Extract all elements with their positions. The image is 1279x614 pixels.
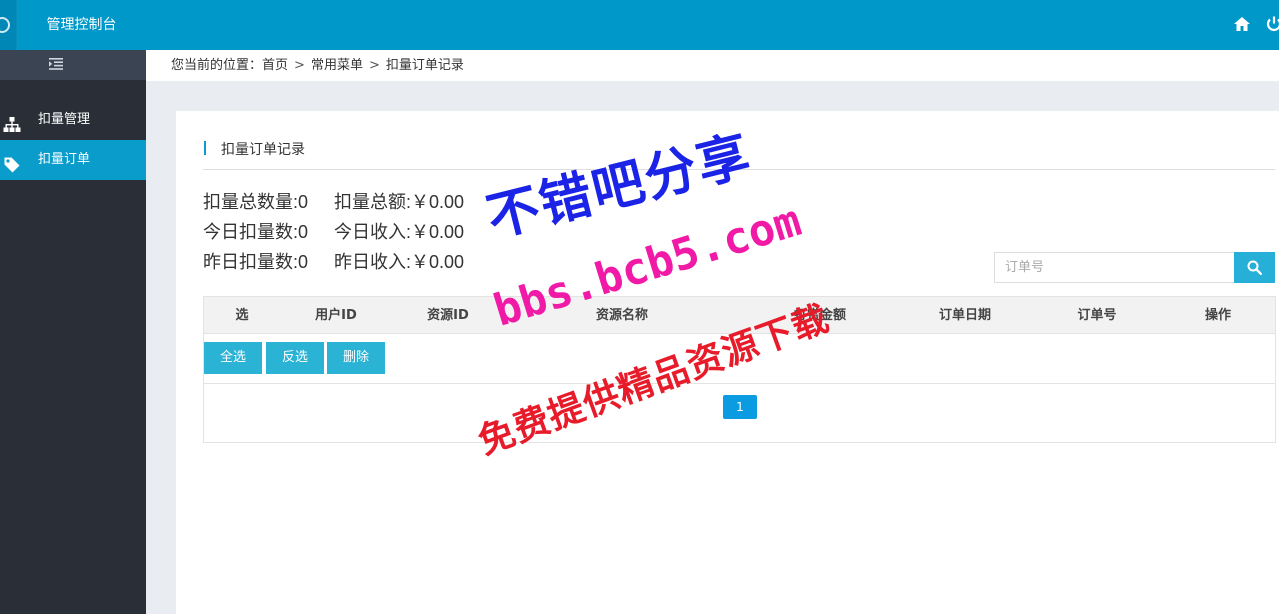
top-bar: 管理控制台 — [0, 0, 1279, 50]
sitemap-icon — [3, 111, 21, 132]
stats-row-total: 扣量总数量:0 扣量总额:￥0.00 — [203, 187, 464, 217]
yesterday-income: 昨日收入:￥0.00 — [334, 252, 465, 272]
stats-row-today: 今日扣量数:0 今日收入:￥0.00 — [203, 217, 464, 247]
tag-icon — [3, 151, 21, 173]
pagination-page-1[interactable]: 1 — [723, 395, 757, 419]
column-header-select: 选 — [235, 308, 249, 323]
search-box — [994, 252, 1275, 283]
sidebar-collapse-button[interactable] — [0, 50, 146, 80]
sidebar: 扣量管理 扣量订单 — [0, 50, 146, 614]
table-header: 选 用户ID 资源ID 资源名称 打赏金额 订单日期 订单号 操作 — [204, 297, 1275, 334]
total-count: 扣量总数量:0 — [203, 192, 309, 212]
column-header-order-number: 订单号 — [1077, 308, 1117, 323]
indent-icon — [49, 58, 63, 70]
breadcrumb-home[interactable]: 首页 — [262, 58, 288, 73]
breadcrumb: 您当前的位置：首页 > 常用菜单 > 扣量订单记录 — [146, 50, 1279, 81]
yesterday-count: 昨日扣量数:0 — [203, 252, 309, 272]
main-panel: 扣量订单记录 扣量总数量:0 扣量总额:￥0.00 今日扣量数:0 今日收入:￥0.… — [176, 111, 1279, 614]
select-all-button[interactable]: 全选 — [204, 342, 262, 374]
delete-button[interactable]: 删除 — [327, 342, 385, 374]
orders-table: 选 用户ID 资源ID 资源名称 打赏金额 订单日期 订单号 操作 全选 反选 … — [203, 296, 1276, 443]
order-number-search-input[interactable] — [994, 252, 1235, 283]
logo — [0, 0, 16, 50]
column-header-resource-name: 资源名称 — [595, 308, 649, 323]
page-title: 扣量订单记录 — [204, 139, 305, 159]
search-button[interactable] — [1234, 252, 1275, 283]
logo-icon — [0, 17, 10, 33]
sidebar-item-deduction-orders[interactable]: 扣量订单 — [0, 140, 146, 180]
today-count: 今日扣量数:0 — [203, 222, 309, 242]
divider — [203, 169, 1275, 170]
breadcrumb-separator: > — [368, 58, 380, 73]
stats-row-yesterday: 昨日扣量数:0 昨日收入:￥0.00 — [203, 247, 464, 277]
invert-selection-button[interactable]: 反选 — [266, 342, 324, 374]
column-header-actions: 操作 — [1204, 308, 1232, 323]
column-header-reward-amount: 打赏金额 — [793, 308, 847, 323]
total-amount: 扣量总额:￥0.00 — [334, 192, 465, 212]
home-icon[interactable] — [1233, 15, 1253, 35]
sidebar-item-label: 扣量订单 — [38, 152, 91, 167]
search-icon — [1247, 260, 1262, 275]
breadcrumb-prefix: 您当前的位置： — [171, 58, 263, 73]
sidebar-item-label: 扣量管理 — [38, 112, 91, 127]
today-income: 今日收入:￥0.00 — [334, 222, 465, 242]
column-header-resource-id: 资源ID — [427, 308, 469, 323]
column-header-order-date: 订单日期 — [938, 308, 992, 323]
breadcrumb-common-menu[interactable]: 常用菜单 — [311, 58, 363, 73]
sidebar-item-deduction-management[interactable]: 扣量管理 — [0, 100, 146, 140]
sidebar-menu: 扣量管理 扣量订单 — [0, 100, 146, 180]
breadcrumb-separator: > — [294, 58, 305, 73]
stats-summary: 扣量总数量:0 扣量总额:￥0.00 今日扣量数:0 今日收入:￥0.00 昨日扣量… — [203, 187, 464, 277]
column-header-user-id: 用户ID — [315, 308, 357, 323]
app-title: 管理控制台 — [16, 0, 146, 50]
breadcrumb-current: 扣量订单记录 — [385, 58, 464, 73]
table-actions: 全选 反选 删除 — [204, 334, 1275, 384]
power-icon[interactable] — [1265, 15, 1279, 35]
